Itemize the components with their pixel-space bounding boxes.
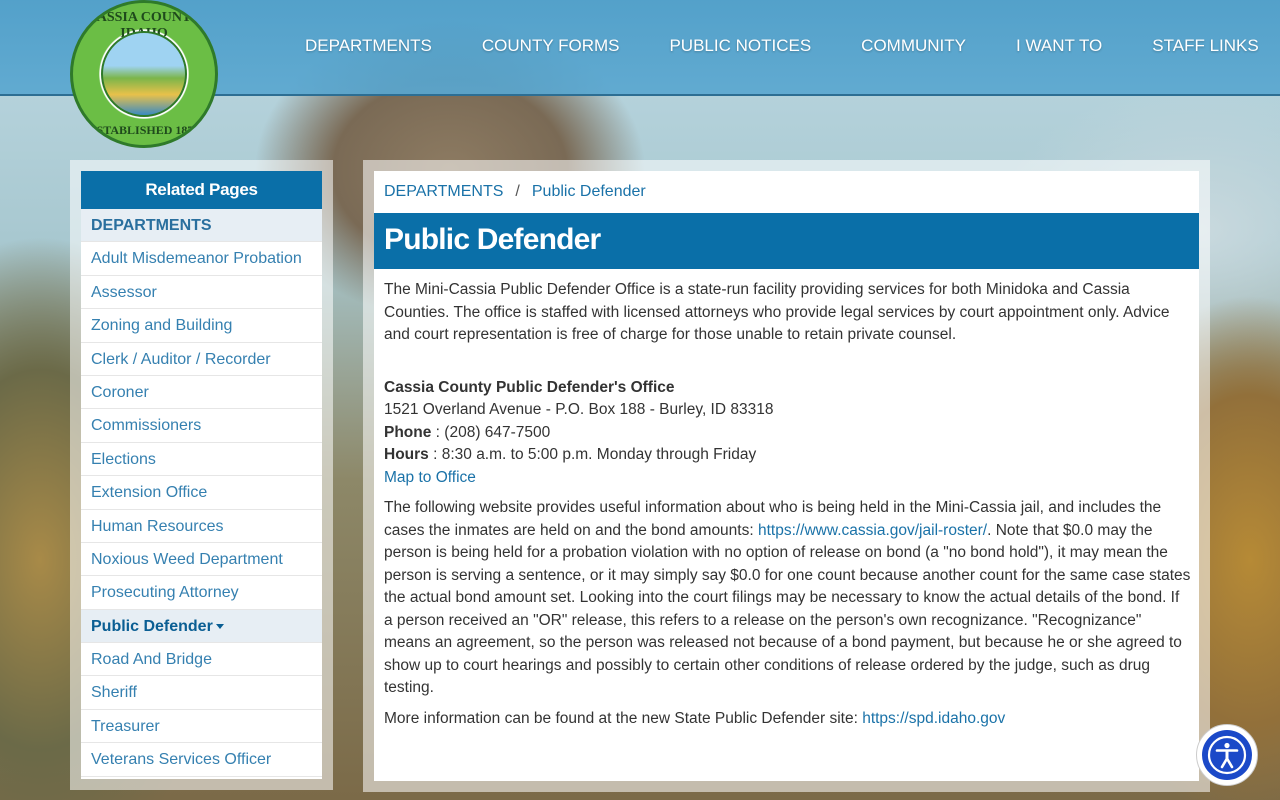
nav-staff-links[interactable]: STAFF LINKS [1152,36,1258,56]
breadcrumb-separator: / [515,183,520,200]
seal-emblem [101,31,187,117]
sidebar-item-extension-office[interactable]: Extension Office [81,476,322,510]
more-info-paragraph: More information can be found at the new… [384,709,1006,727]
breadcrumb: DEPARTMENTS / Public Defender [384,183,646,201]
sidebar-item-road-and-bridge[interactable]: Road And Bridge [81,643,322,677]
nav-departments[interactable]: DEPARTMENTS [305,36,432,56]
sidebar-item-noxious-weed[interactable]: Noxious Weed Department [81,543,322,577]
breadcrumb-departments-link[interactable]: DEPARTMENTS [384,183,503,200]
nav-i-want-to[interactable]: I WANT TO [1016,36,1102,56]
sidebar-item-sheriff[interactable]: Sheriff [81,676,322,710]
caret-down-icon [215,623,224,629]
jail-roster-link[interactable]: https://www.cassia.gov/jail-roster/ [758,522,987,539]
sidebar-item-veterans-services[interactable]: Veterans Services Officer [81,743,322,777]
related-pages-sidebar: Related Pages DEPARTMENTS Adult Misdemea… [81,171,322,779]
accessibility-person-icon [1202,730,1252,780]
sidebar-item-elections[interactable]: Elections [81,443,322,477]
office-address: 1521 Overland Avenue - P.O. Box 188 - Bu… [384,401,774,418]
sidebar-item-clerk-auditor-recorder[interactable]: Clerk / Auditor / Recorder [81,343,322,376]
accessibility-button[interactable] [1196,724,1258,786]
sidebar-item-human-resources[interactable]: Human Resources [81,510,322,543]
jail-info-paragraph: The following website provides useful in… [384,499,1191,696]
page-title: Public Defender [384,223,601,256]
hours-value: : 8:30 a.m. to 5:00 p.m. Monday through … [428,446,757,463]
sidebar-item-treasurer[interactable]: Treasurer [81,710,322,744]
sidebar-item-assessor[interactable]: Assessor [81,276,322,310]
intro-paragraph: The Mini-Cassia Public Defender Office i… [384,281,1170,343]
county-seal-logo[interactable]: CASSIA COUNTY IDAHO ESTABLISHED 1879 [70,0,218,148]
sidebar-item-label: Public Defender [91,617,213,635]
sidebar-item-prosecuting-attorney[interactable]: Prosecuting Attorney [81,576,322,610]
sidebar-item-commissioners[interactable]: Commissioners [81,409,322,443]
sidebar-item-coroner[interactable]: Coroner [81,376,322,410]
state-public-defender-link[interactable]: https://spd.idaho.gov [862,710,1005,727]
page-body: The Mini-Cassia Public Defender Office i… [384,279,1192,738]
page-title-bar: Public Defender [374,213,1199,269]
map-to-office-link[interactable]: Map to Office [384,469,476,486]
breadcrumb-current-link[interactable]: Public Defender [532,183,646,200]
sidebar-item-adult-misdemeanor-probation[interactable]: Adult Misdemeanor Probation [81,242,322,276]
main-nav: DEPARTMENTS COUNTY FORMS PUBLIC NOTICES … [305,36,1259,56]
nav-community[interactable]: COMMUNITY [861,36,966,56]
phone-value: : (208) 647-7500 [431,423,551,441]
seal-bottom-text: ESTABLISHED 1879 [88,123,200,137]
sidebar-item-zoning-and-building[interactable]: Zoning and Building [81,309,322,343]
nav-county-forms[interactable]: COUNTY FORMS [482,36,620,56]
office-name: Cassia County Public Defender's Office [384,378,675,396]
phone-label: Phone [384,423,432,441]
sidebar-item-public-defender[interactable]: Public Defender [81,609,322,644]
main-content: DEPARTMENTS / Public Defender Public Defen… [374,171,1199,781]
sidebar-title: Related Pages [81,171,322,209]
office-phone: Phone : (208) 647-7500 [384,422,1192,445]
sidebar-section-departments[interactable]: DEPARTMENTS [81,209,322,243]
nav-public-notices[interactable]: PUBLIC NOTICES [669,36,811,56]
office-hours: Hours : 8:30 a.m. to 5:00 p.m. Monday th… [384,444,1192,467]
hours-label: Hours [384,446,429,463]
